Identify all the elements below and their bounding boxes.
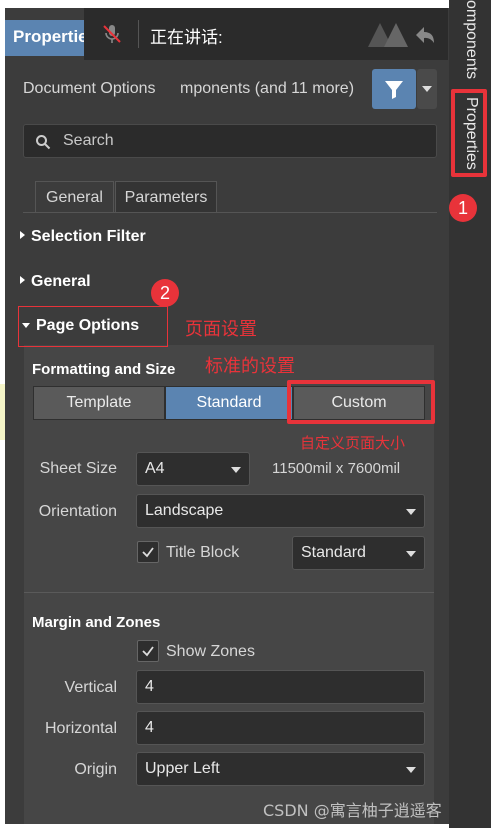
tab-underline xyxy=(23,212,437,213)
badge-2: 2 xyxy=(151,279,179,307)
chevron-down-icon xyxy=(406,509,416,515)
highlight-page-options xyxy=(18,306,168,347)
speaking-label: 正在讲话: xyxy=(150,28,223,47)
expand-arrow-icon xyxy=(20,276,25,284)
title-block-select[interactable]: Standard xyxy=(292,536,425,570)
watermark-text: CSDN @寓言柚子逍遥客 xyxy=(263,801,442,820)
title-block-checkbox[interactable] xyxy=(137,541,159,563)
filter-dropdown-button[interactable] xyxy=(417,69,437,109)
highlight-properties-tab xyxy=(451,89,487,177)
components-count-label: mponents (and 11 more) xyxy=(180,80,355,97)
horizontal-input[interactable]: 4 xyxy=(136,711,425,745)
section-divider xyxy=(24,592,434,593)
filter-icon xyxy=(385,81,403,99)
section-general-label: General xyxy=(31,273,91,290)
search-input[interactable]: Search xyxy=(23,124,437,158)
highlight-custom-button xyxy=(287,380,435,424)
badge-1: 1 xyxy=(449,194,477,222)
search-icon xyxy=(36,135,51,150)
annotation-standard-settings: 标准的设置 xyxy=(205,356,295,377)
annotation-custom-page-size: 自定义页面大小 xyxy=(300,434,406,452)
tab-general[interactable]: General xyxy=(35,181,114,213)
origin-label: Origin xyxy=(74,761,117,778)
sheet-size-select[interactable]: A4 xyxy=(136,452,250,486)
origin-select[interactable]: Upper Left xyxy=(136,752,425,786)
orientation-label: Orientation xyxy=(38,503,117,520)
section-selection-filter[interactable]: Selection Filter xyxy=(20,228,146,246)
vertical-input[interactable]: 4 xyxy=(136,670,425,704)
margin-zones-heading: Margin and Zones xyxy=(32,614,161,631)
show-zones-checkbox[interactable] xyxy=(137,640,159,662)
section-general[interactable]: General xyxy=(20,273,91,291)
formatting-size-heading: Formatting and Size xyxy=(32,361,176,378)
checkmark-icon xyxy=(142,547,154,558)
origin-value: Upper Left xyxy=(145,760,220,777)
app-logo-icon xyxy=(368,23,434,47)
template-button[interactable]: Template xyxy=(33,386,165,420)
search-placeholder: Search xyxy=(63,132,114,149)
checkmark-icon xyxy=(142,646,154,657)
sheet-size-value: A4 xyxy=(145,460,165,477)
side-tab-components[interactable]: omponents xyxy=(462,0,480,79)
document-options-label: Document Options xyxy=(23,80,156,97)
overlay-separator xyxy=(138,20,139,48)
sheet-size-label: Sheet Size xyxy=(39,460,117,477)
chevron-down-icon xyxy=(406,551,416,557)
speaking-overlay: 正在讲话: xyxy=(84,8,448,60)
mic-muted-icon[interactable] xyxy=(100,22,124,46)
filter-button[interactable] xyxy=(372,69,416,109)
chevron-down-icon xyxy=(422,86,432,92)
chevron-down-icon xyxy=(406,767,416,773)
title-block-label: Title Block xyxy=(166,544,240,561)
expand-arrow-icon xyxy=(20,231,25,239)
sheet-dimensions: 11500mil x 7600mil xyxy=(272,460,401,477)
annotation-page-settings: 页面设置 xyxy=(185,319,257,340)
horizontal-label: Horizontal xyxy=(44,720,117,737)
vertical-label: Vertical xyxy=(64,679,117,696)
standard-button[interactable]: Standard xyxy=(165,386,293,420)
chevron-down-icon xyxy=(231,467,241,473)
section-selection-filter-label: Selection Filter xyxy=(31,228,146,245)
orientation-select[interactable]: Landscape xyxy=(136,494,425,528)
title-block-value: Standard xyxy=(301,544,366,561)
orientation-value: Landscape xyxy=(145,502,224,519)
tab-parameters[interactable]: Parameters xyxy=(115,181,217,213)
show-zones-label: Show Zones xyxy=(166,643,255,660)
